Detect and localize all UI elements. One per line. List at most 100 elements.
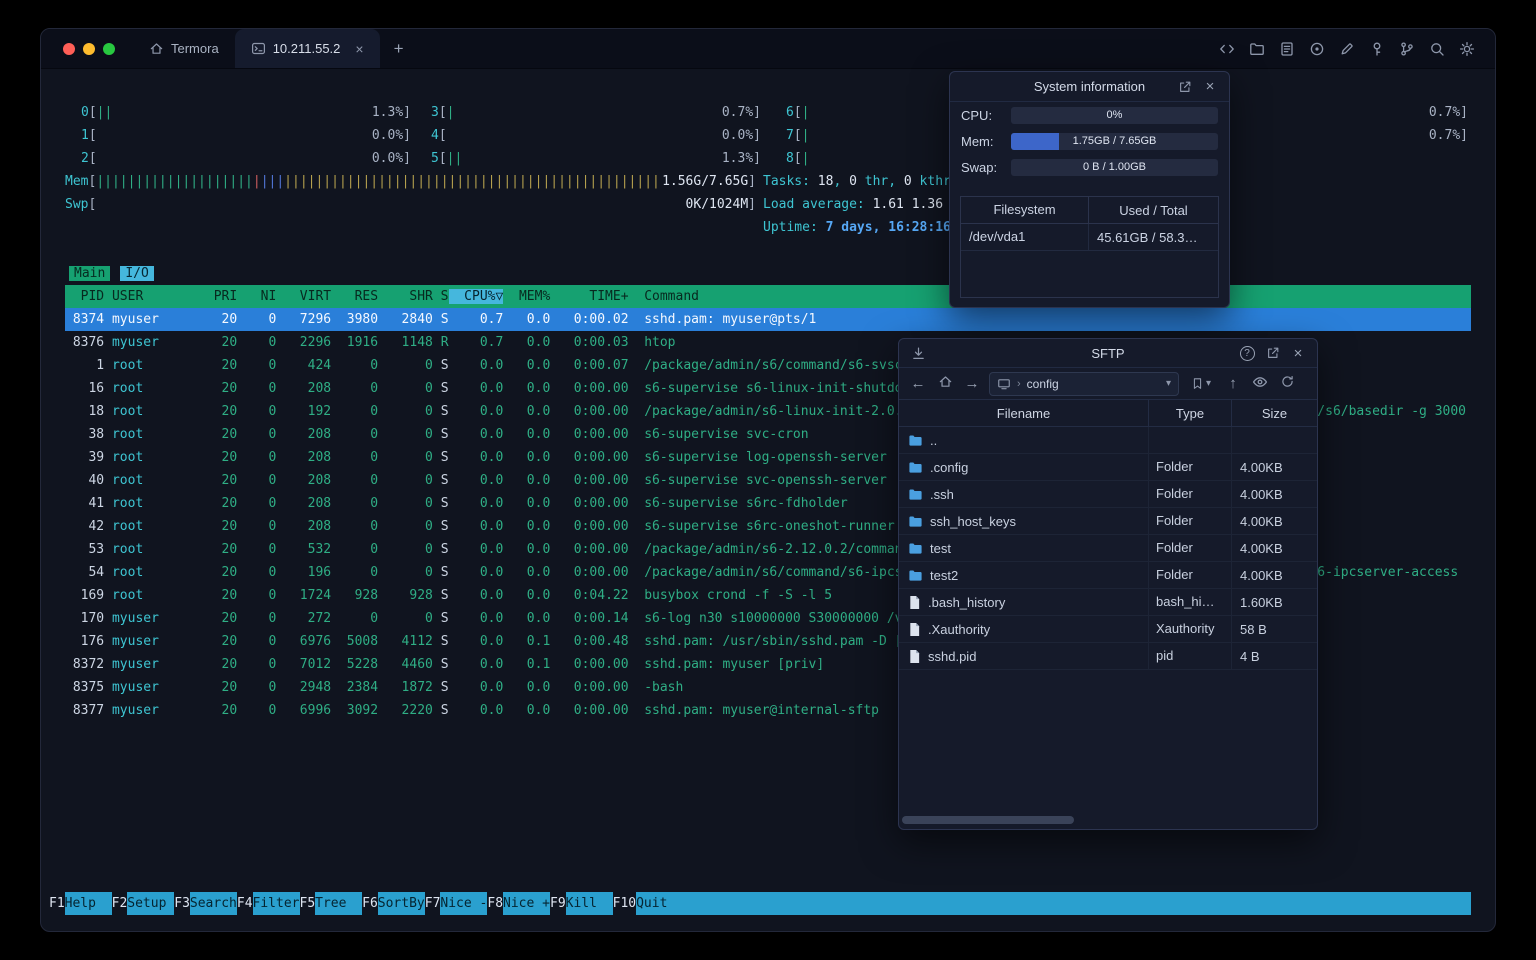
close-panel-icon[interactable]: × <box>1200 77 1220 97</box>
swap-meter-line: Swp[0K/1024M] Load average: 1.61 1.36 0.8… <box>65 193 1471 216</box>
chevron-down-icon[interactable]: ▾ <box>1166 378 1171 389</box>
minimize-window-button[interactable] <box>83 42 95 55</box>
file-name: .ssh <box>930 486 954 502</box>
bookmarks-button[interactable]: ▾ <box>1186 377 1216 390</box>
cpu-meter-4: 4[0.0%] <box>431 128 761 143</box>
fkey-f9[interactable]: F9 Kill <box>550 892 613 915</box>
fkey-f6[interactable]: F6 SortBy <box>362 892 425 915</box>
show-hidden-eye-icon[interactable] <box>1250 374 1270 394</box>
file-row-..[interactable]: .. <box>899 427 1317 454</box>
refresh-icon[interactable] <box>1277 374 1297 393</box>
folder-icon <box>909 435 922 446</box>
fkey-f4[interactable]: F4 Filter <box>237 892 300 915</box>
close-window-button[interactable] <box>63 42 75 55</box>
file-row-.ssh[interactable]: .ssh Folder 4.00KB <box>899 481 1317 508</box>
fkey-f3[interactable]: F3 Search <box>174 892 237 915</box>
tab-termora[interactable]: Termora <box>133 29 235 68</box>
fkey-f5[interactable]: F5 Tree <box>300 892 363 915</box>
file-icon <box>910 595 920 609</box>
tab-session[interactable]: 10.211.55.2 × <box>234 29 380 68</box>
parent-directory-icon[interactable]: ↑ <box>1223 375 1243 392</box>
process-row-8374[interactable]: 8374 myuser 20 0 7296 3980 2840 S 0.7 0.… <box>65 308 1471 331</box>
folder-icon <box>909 516 922 527</box>
panel-header: System information × <box>950 72 1229 102</box>
file-list: .. .config Folder 4.00KB .ssh Folder 4.00KB ssh… <box>899 427 1317 670</box>
filesystem-usage: 45.61GB / 58.3… <box>1097 229 1198 245</box>
open-in-window-icon[interactable] <box>1175 77 1195 97</box>
cpu-usage-row: CPU: 0% <box>950 102 1229 128</box>
fkey-f8[interactable]: F8 Nice + <box>487 892 550 915</box>
file-type: Folder <box>1149 508 1232 534</box>
process-table-header[interactable]: PID USER PRI NI VIRT RES SHR S CPU%▽ MEM… <box>65 285 1471 308</box>
file-name: sshd.pid <box>928 648 977 664</box>
cpu-usage-bar: 0% <box>1011 106 1218 124</box>
close-tab-icon[interactable]: × <box>355 42 363 56</box>
scrollbar-thumb[interactable] <box>902 816 1074 824</box>
memory-meter-line: Mem[|||||||||||||||||||| | ||| ||||||||||||… <box>65 170 1471 193</box>
htop-view-tabs: Main I/O <box>65 262 1471 285</box>
help-icon[interactable]: ? <box>1237 343 1257 363</box>
keychain-icon[interactable] <box>1369 41 1385 57</box>
edit-icon[interactable] <box>1339 41 1355 57</box>
memory-usage-value: 1.75GB / 7.65GB <box>1072 134 1157 147</box>
file-type: Xauthority <box>1149 616 1232 642</box>
memory-usage-row: Mem: 1.75GB / 7.65GB <box>950 128 1229 154</box>
file-type: pid <box>1149 643 1232 669</box>
new-tab-button[interactable]: + <box>380 29 418 68</box>
file-size: 4.00KB <box>1240 567 1283 583</box>
file-type: Folder <box>1149 535 1232 561</box>
file-row-.config[interactable]: .config Folder 4.00KB <box>899 454 1317 481</box>
file-row-ssh_host_keys[interactable]: ssh_host_keys Folder 4.00KB <box>899 508 1317 535</box>
transfers-download-icon[interactable] <box>908 343 928 363</box>
htop-tab-io[interactable]: I/O <box>120 266 154 281</box>
fkey-f7[interactable]: F7 Nice - <box>425 892 488 915</box>
app-window: Termora 10.211.55.2 × + 0[|| 1.3%] 3[| 0.7%… <box>40 28 1496 932</box>
fkey-f2[interactable]: F2 Setup <box>112 892 175 915</box>
code-icon[interactable] <box>1219 41 1235 57</box>
column-type[interactable]: Type <box>1149 400 1232 426</box>
cpu-label: CPU: <box>961 107 993 123</box>
file-row-test[interactable]: test Folder 4.00KB <box>899 535 1317 562</box>
git-branch-icon[interactable] <box>1399 41 1415 57</box>
fkey-f10[interactable]: F10 Quit <box>613 892 684 915</box>
maximize-window-button[interactable] <box>103 42 115 55</box>
path-breadcrumb[interactable]: › config ▾ <box>989 371 1179 396</box>
file-row-.bash_history[interactable]: .bash_history bash_hi… 1.60KB <box>899 589 1317 616</box>
column-size[interactable]: Size <box>1232 406 1317 421</box>
memory-label: Mem: <box>961 133 994 149</box>
folder-icon[interactable] <box>1249 41 1265 57</box>
column-filename[interactable]: Filename <box>899 400 1149 426</box>
titlebar: Termora 10.211.55.2 × + <box>41 29 1495 69</box>
close-panel-icon[interactable]: × <box>1288 343 1308 363</box>
file-size: 58 B <box>1240 621 1267 637</box>
fkey-f1[interactable]: F1 Help <box>49 892 112 915</box>
file-size: 4.00KB <box>1240 486 1283 502</box>
tab-label: Termora <box>171 41 219 56</box>
home-icon[interactable] <box>935 374 955 393</box>
filesystem-row[interactable]: /dev/vda1 45.61GB / 58.3… <box>961 224 1218 251</box>
forward-icon[interactable]: → <box>962 375 982 392</box>
cpu-meter-3: 3[| 0.7%] <box>431 105 761 120</box>
current-directory[interactable]: config <box>1027 377 1059 391</box>
sftp-toolbar: ← → › config ▾ ▾ ↑ <box>899 368 1317 399</box>
file-type: Folder <box>1149 481 1232 507</box>
cpu-meter-5: 5[|| 1.3%] <box>431 151 761 166</box>
swap-usage-value: 0 B / 1.00GB <box>1083 160 1146 173</box>
cpu-meter-row-1: 1[0.0%]4[0.0%]7[|0.7%]10[|0.7%] <box>65 124 1471 147</box>
chevron-down-icon: ▾ <box>1205 378 1212 389</box>
htop-tab-main[interactable]: Main <box>69 266 111 281</box>
file-row-sshd.pid[interactable]: sshd.pid pid 4 B <box>899 643 1317 670</box>
search-icon[interactable] <box>1429 41 1445 57</box>
file-type: bash_hi… <box>1149 589 1232 615</box>
snippets-icon[interactable] <box>1279 41 1295 57</box>
file-row-.Xauthority[interactable]: .Xauthority Xauthority 58 B <box>899 616 1317 643</box>
macro-record-icon[interactable] <box>1309 41 1325 57</box>
memory-meter: Mem[|||||||||||||||||||| | ||| ||||||||||||… <box>65 174 756 189</box>
settings-gear-icon[interactable] <box>1459 41 1475 57</box>
horizontal-scrollbar[interactable] <box>902 816 1316 824</box>
file-name: .bash_history <box>928 594 1006 610</box>
open-in-window-icon[interactable] <box>1263 343 1283 363</box>
uptime-line: Uptime: 7 days, 16:28:16 <box>65 216 1471 239</box>
back-icon[interactable]: ← <box>908 375 928 392</box>
file-row-test2[interactable]: test2 Folder 4.00KB <box>899 562 1317 589</box>
